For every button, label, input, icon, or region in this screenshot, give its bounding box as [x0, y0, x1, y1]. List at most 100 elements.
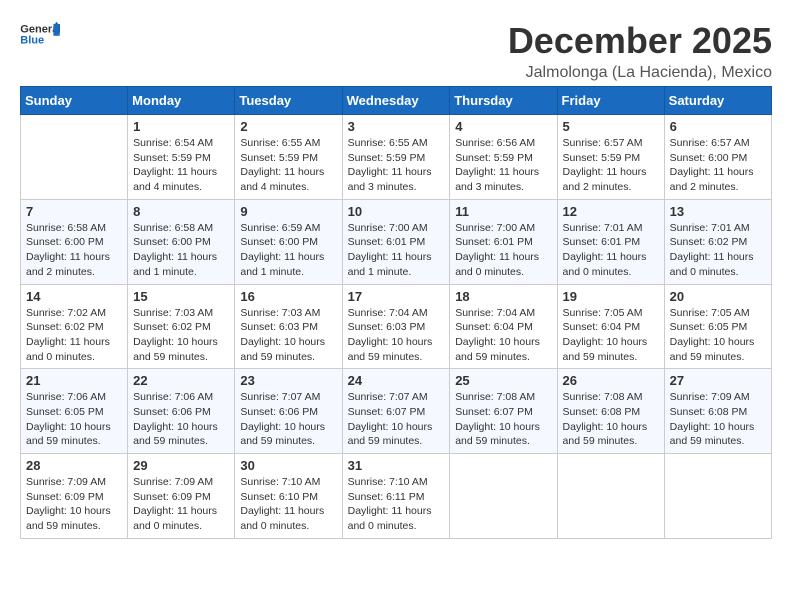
calendar-cell: 10 Sunrise: 7:00 AMSunset: 6:01 PMDayligh… — [342, 199, 450, 284]
calendar-cell: 27 Sunrise: 7:09 AMSunset: 6:08 PMDayligh… — [664, 369, 771, 454]
day-number: 27 — [670, 373, 766, 388]
day-number: 30 — [240, 458, 336, 473]
day-number: 13 — [670, 204, 766, 219]
col-monday: Monday — [128, 87, 235, 115]
day-number: 18 — [455, 289, 551, 304]
calendar-week-row: 21 Sunrise: 7:06 AMSunset: 6:05 PMDayligh… — [21, 369, 772, 454]
calendar-cell: 23 Sunrise: 7:07 AMSunset: 6:06 PMDayligh… — [235, 369, 342, 454]
day-number: 23 — [240, 373, 336, 388]
day-number: 12 — [563, 204, 659, 219]
col-thursday: Thursday — [450, 87, 557, 115]
day-number: 16 — [240, 289, 336, 304]
calendar-cell: 14 Sunrise: 7:02 AMSunset: 6:02 PMDayligh… — [21, 284, 128, 369]
calendar-cell: 5 Sunrise: 6:57 AMSunset: 5:59 PMDaylight… — [557, 115, 664, 200]
calendar-cell — [21, 115, 128, 200]
day-number: 5 — [563, 119, 659, 134]
day-number: 28 — [26, 458, 122, 473]
day-number: 29 — [133, 458, 229, 473]
day-info: Sunrise: 7:04 AMSunset: 6:04 PMDaylight:… — [455, 306, 551, 365]
day-number: 17 — [348, 289, 445, 304]
calendar-cell: 31 Sunrise: 7:10 AMSunset: 6:11 PMDayligh… — [342, 454, 450, 539]
calendar-cell: 11 Sunrise: 7:00 AMSunset: 6:01 PMDayligh… — [450, 199, 557, 284]
page-header: General Blue December 2025 Jalmolonga (L… — [20, 20, 772, 82]
day-number: 21 — [26, 373, 122, 388]
day-number: 9 — [240, 204, 336, 219]
day-info: Sunrise: 7:06 AMSunset: 6:05 PMDaylight:… — [26, 390, 122, 449]
day-number: 2 — [240, 119, 336, 134]
calendar-cell: 17Sunrise: 7:04 AMSunset: 6:03 PMDayligh… — [342, 284, 450, 369]
day-info: Sunrise: 7:10 AMSunset: 6:11 PMDaylight:… — [348, 475, 445, 534]
calendar-table: Sunday Monday Tuesday Wednesday Thursday… — [20, 86, 772, 539]
day-info: Sunrise: 7:00 AMSunset: 6:01 PMDaylight:… — [348, 221, 445, 280]
day-number: 7 — [26, 204, 122, 219]
day-info: Sunrise: 7:02 AMSunset: 6:02 PMDaylight:… — [26, 306, 122, 365]
svg-text:Blue: Blue — [20, 35, 44, 47]
day-number: 14 — [26, 289, 122, 304]
calendar-cell: 29 Sunrise: 7:09 AMSunset: 6:09 PMDayligh… — [128, 454, 235, 539]
day-number: 11 — [455, 204, 551, 219]
col-wednesday: Wednesday — [342, 87, 450, 115]
day-info: Sunrise: 6:57 AMSunset: 5:59 PMDaylight:… — [563, 136, 659, 195]
day-info: Sunrise: 7:09 AMSunset: 6:08 PMDaylight:… — [670, 390, 766, 449]
day-number: 31 — [348, 458, 445, 473]
calendar-cell: 26Sunrise: 7:08 AMSunset: 6:08 PMDayligh… — [557, 369, 664, 454]
calendar-cell: 4 Sunrise: 6:56 AMSunset: 5:59 PMDaylight… — [450, 115, 557, 200]
day-info: Sunrise: 6:55 AMSunset: 5:59 PMDaylight:… — [348, 136, 445, 195]
day-info: Sunrise: 6:59 AMSunset: 6:00 PMDaylight:… — [240, 221, 336, 280]
day-info: Sunrise: 7:00 AMSunset: 6:01 PMDaylight:… — [455, 221, 551, 280]
day-info: Sunrise: 7:05 AMSunset: 6:05 PMDaylight:… — [670, 306, 766, 365]
calendar-week-row: 1 Sunrise: 6:54 AMSunset: 5:59 PMDaylight… — [21, 115, 772, 200]
calendar-cell: 30 Sunrise: 7:10 AMSunset: 6:10 PMDayligh… — [235, 454, 342, 539]
col-saturday: Saturday — [664, 87, 771, 115]
day-info: Sunrise: 7:01 AMSunset: 6:01 PMDaylight:… — [563, 221, 659, 280]
calendar-week-row: 7 Sunrise: 6:58 AMSunset: 6:00 PMDaylight… — [21, 199, 772, 284]
day-info: Sunrise: 7:08 AMSunset: 6:08 PMDaylight:… — [563, 390, 659, 449]
day-info: Sunrise: 7:07 AMSunset: 6:07 PMDaylight:… — [348, 390, 445, 449]
day-number: 25 — [455, 373, 551, 388]
day-info: Sunrise: 6:55 AMSunset: 5:59 PMDaylight:… — [240, 136, 336, 195]
day-number: 15 — [133, 289, 229, 304]
day-number: 24 — [348, 373, 445, 388]
day-number: 22 — [133, 373, 229, 388]
calendar-cell: 22Sunrise: 7:06 AMSunset: 6:06 PMDayligh… — [128, 369, 235, 454]
day-number: 1 — [133, 119, 229, 134]
calendar-cell: 1 Sunrise: 6:54 AMSunset: 5:59 PMDaylight… — [128, 115, 235, 200]
day-number: 10 — [348, 204, 445, 219]
day-info: Sunrise: 7:08 AMSunset: 6:07 PMDaylight:… — [455, 390, 551, 449]
calendar-cell: 9 Sunrise: 6:59 AMSunset: 6:00 PMDaylight… — [235, 199, 342, 284]
day-info: Sunrise: 6:58 AMSunset: 6:00 PMDaylight:… — [133, 221, 229, 280]
calendar-week-row: 14 Sunrise: 7:02 AMSunset: 6:02 PMDayligh… — [21, 284, 772, 369]
day-info: Sunrise: 7:10 AMSunset: 6:10 PMDaylight:… — [240, 475, 336, 534]
calendar-cell: 18 Sunrise: 7:04 AMSunset: 6:04 PMDayligh… — [450, 284, 557, 369]
calendar-cell: 8 Sunrise: 6:58 AMSunset: 6:00 PMDaylight… — [128, 199, 235, 284]
calendar-cell — [664, 454, 771, 539]
col-tuesday: Tuesday — [235, 87, 342, 115]
day-number: 8 — [133, 204, 229, 219]
month-title: December 2025 — [508, 20, 772, 62]
day-number: 4 — [455, 119, 551, 134]
day-number: 20 — [670, 289, 766, 304]
calendar-cell: 6Sunrise: 6:57 AMSunset: 6:00 PMDaylight… — [664, 115, 771, 200]
calendar-cell: 2 Sunrise: 6:55 AMSunset: 5:59 PMDaylight… — [235, 115, 342, 200]
day-info: Sunrise: 6:57 AMSunset: 6:00 PMDaylight:… — [670, 136, 766, 195]
day-info: Sunrise: 6:56 AMSunset: 5:59 PMDaylight:… — [455, 136, 551, 195]
calendar-cell: 21 Sunrise: 7:06 AMSunset: 6:05 PMDayligh… — [21, 369, 128, 454]
calendar-cell: 7 Sunrise: 6:58 AMSunset: 6:00 PMDaylight… — [21, 199, 128, 284]
calendar-cell: 25 Sunrise: 7:08 AMSunset: 6:07 PMDayligh… — [450, 369, 557, 454]
day-info: Sunrise: 7:09 AMSunset: 6:09 PMDaylight:… — [133, 475, 229, 534]
day-info: Sunrise: 7:03 AMSunset: 6:03 PMDaylight:… — [240, 306, 336, 365]
calendar-cell: 15Sunrise: 7:03 AMSunset: 6:02 PMDayligh… — [128, 284, 235, 369]
col-sunday: Sunday — [21, 87, 128, 115]
logo-icon: General Blue — [20, 20, 60, 50]
title-block: December 2025 Jalmolonga (La Hacienda), … — [508, 20, 772, 82]
day-info: Sunrise: 7:07 AMSunset: 6:06 PMDaylight:… — [240, 390, 336, 449]
day-number: 19 — [563, 289, 659, 304]
calendar-cell: 16 Sunrise: 7:03 AMSunset: 6:03 PMDayligh… — [235, 284, 342, 369]
day-number: 3 — [348, 119, 445, 134]
day-info: Sunrise: 6:58 AMSunset: 6:00 PMDaylight:… — [26, 221, 122, 280]
day-info: Sunrise: 6:54 AMSunset: 5:59 PMDaylight:… — [133, 136, 229, 195]
calendar-cell: 19Sunrise: 7:05 AMSunset: 6:04 PMDayligh… — [557, 284, 664, 369]
calendar-week-row: 28 Sunrise: 7:09 AMSunset: 6:09 PMDayligh… — [21, 454, 772, 539]
calendar-cell — [557, 454, 664, 539]
day-info: Sunrise: 7:01 AMSunset: 6:02 PMDaylight:… — [670, 221, 766, 280]
